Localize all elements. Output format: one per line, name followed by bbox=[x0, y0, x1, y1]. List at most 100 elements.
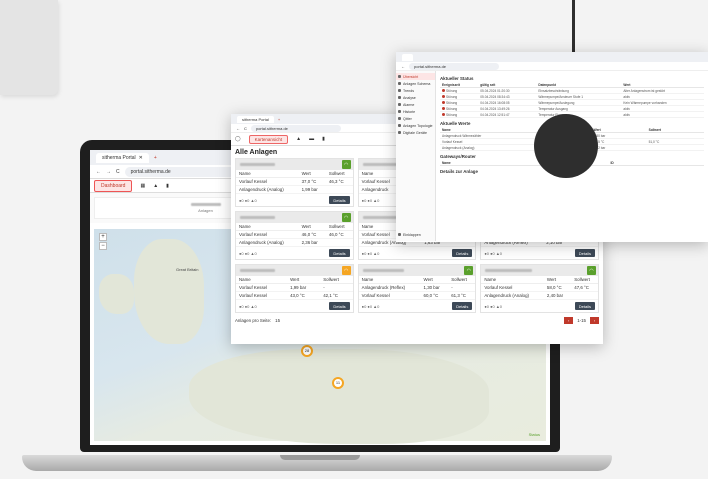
new-tab-icon[interactable]: + bbox=[154, 155, 157, 161]
cell-text: Kein Wärmepumpe vorhanden bbox=[623, 100, 667, 105]
details-button[interactable]: Details bbox=[329, 249, 350, 257]
map-cluster[interactable]: 11 bbox=[332, 377, 344, 389]
sidebar-item[interactable]: Anlagen Schema bbox=[396, 80, 435, 87]
table-cell: 61,3 °C bbox=[448, 291, 476, 300]
details-button[interactable]: Details bbox=[574, 249, 595, 257]
reload-icon[interactable]: C bbox=[244, 126, 247, 131]
back-icon[interactable]: ← bbox=[96, 169, 101, 175]
sidebar-icon bbox=[398, 233, 401, 236]
cell-text: Störung bbox=[446, 106, 458, 111]
map-land-ireland bbox=[99, 274, 134, 314]
details-button[interactable]: Details bbox=[329, 196, 350, 204]
back-icon[interactable]: ← bbox=[401, 64, 405, 69]
column-header: Wert bbox=[287, 276, 321, 284]
cell-text: aktiv bbox=[623, 94, 630, 99]
zoom-out-button[interactable]: − bbox=[99, 242, 107, 250]
sidebar-item[interactable]: Alarme bbox=[396, 101, 435, 108]
bell-icon[interactable]: ▲ bbox=[153, 183, 158, 189]
table-cell: 46,0 °C bbox=[298, 230, 326, 239]
url-field[interactable]: portal.sitherma.de bbox=[409, 62, 499, 70]
zoom-in-button[interactable]: + bbox=[99, 233, 107, 241]
map-cluster[interactable]: 28 bbox=[301, 345, 313, 357]
cell-text: Temperatur Ausgang bbox=[538, 106, 568, 111]
url-field[interactable]: portal.sitherma.de bbox=[124, 166, 235, 177]
card-footer: ●0 ●0 ▲0 Details bbox=[359, 247, 476, 259]
sidebar-item-label: Qitter bbox=[403, 116, 412, 121]
close-icon[interactable]: ✕ bbox=[139, 155, 143, 161]
chart-icon[interactable]: ▮ bbox=[166, 183, 169, 189]
sidebar-item[interactable]: Digitale Geräte bbox=[396, 129, 435, 136]
alarm-dot-icon bbox=[442, 94, 445, 98]
address-bar: ← portal.sitherma.de bbox=[396, 62, 708, 71]
browser-tab[interactable] bbox=[402, 53, 414, 61]
table-row: Anlagendruck (Reflex) 1,30 bar - bbox=[358, 283, 476, 292]
alarm-dot-icon bbox=[442, 106, 445, 110]
column-header: Sollwert bbox=[320, 276, 353, 284]
sidebar: Übersicht Anlagen Schema Trends Analyse Alar… bbox=[396, 71, 436, 241]
sidebar-icon bbox=[398, 75, 401, 78]
folder-icon[interactable]: ▬ bbox=[309, 136, 314, 142]
column-header: Wert bbox=[543, 276, 572, 284]
sidebar-item[interactable]: Analyse bbox=[396, 94, 435, 101]
anlage-card: ◠ Name Wert Sollwert Vorlauf Kessel 37,0 °C 46… bbox=[235, 158, 354, 207]
table-cell: 46,0 °C bbox=[325, 230, 353, 239]
details-button[interactable]: Details bbox=[329, 302, 350, 310]
sidebar-item-label: Anlagen Topologie bbox=[403, 123, 433, 128]
details-button[interactable]: Details bbox=[452, 302, 473, 310]
cell-text: 05.04.2024 01:20:30 bbox=[480, 88, 510, 93]
sidebar-item[interactable]: Trends bbox=[396, 87, 435, 94]
url-field[interactable]: portal.sitherma.de bbox=[250, 124, 341, 132]
sidebar-item-label: Alarme bbox=[403, 102, 415, 107]
table-cell: 43,0 °C bbox=[287, 291, 321, 300]
kpi-label: Anlagen bbox=[198, 208, 213, 213]
grid-icon[interactable]: ▦ bbox=[140, 183, 145, 189]
table-cell: 46,3 °C bbox=[325, 177, 353, 186]
sidebar-item[interactable]: Einklappen bbox=[396, 231, 435, 238]
table-cell bbox=[325, 185, 353, 194]
table-row: Vorlauf Kessel 58,0 °C 47,6 °C bbox=[481, 283, 598, 292]
column-header: Name bbox=[236, 276, 288, 284]
sidebar-icon bbox=[398, 103, 401, 106]
cell-text: Störung bbox=[446, 88, 458, 93]
next-page-button[interactable]: › bbox=[590, 317, 599, 324]
cell-text: 04.04.2024 12:51:47 bbox=[480, 112, 510, 117]
details-button[interactable]: Details bbox=[574, 302, 595, 310]
bell-icon[interactable]: ▲ bbox=[296, 136, 301, 142]
sidebar-item[interactable]: Anlagen Topologie bbox=[396, 122, 435, 129]
new-tab-icon[interactable]: + bbox=[278, 117, 280, 122]
details-button[interactable]: Details bbox=[452, 249, 473, 257]
sidebar-item[interactable]: Qitter bbox=[396, 115, 435, 122]
tab-title[interactable]: sitherma Portal bbox=[237, 115, 274, 123]
wifi-status-icon: ◠ bbox=[341, 266, 351, 275]
table-row: Vorlauf Kessel 37,0 °C 46,3 °C bbox=[236, 177, 353, 186]
column-header: Sollwert bbox=[325, 223, 353, 231]
chart-icon[interactable]: ▮ bbox=[322, 136, 325, 142]
table-cell: 1,30 bar bbox=[420, 283, 449, 292]
column-header: Wert bbox=[420, 276, 449, 284]
column-header: Sollwert bbox=[448, 276, 476, 284]
sidebar-item[interactable]: Übersicht bbox=[396, 73, 435, 80]
nav-kartenansicht[interactable]: Kartenansicht bbox=[248, 134, 289, 144]
sidebar-item[interactable]: Historie bbox=[396, 108, 435, 115]
nav-dashboard[interactable]: Dashboard bbox=[94, 179, 133, 192]
per-page-select[interactable]: 15 bbox=[275, 318, 280, 323]
cell-text: Störung bbox=[446, 94, 458, 99]
table-cell: aktiv bbox=[621, 111, 704, 118]
sidebar-icon bbox=[398, 82, 401, 85]
laptop-notch bbox=[280, 455, 360, 460]
sidebar-icon bbox=[398, 96, 401, 99]
card-table-header: NameWertSollwert bbox=[236, 276, 353, 284]
reload-icon[interactable]: C bbox=[116, 169, 120, 175]
card-table: Name Wert Sollwert Vorlauf Kessel 1,99 bar - V… bbox=[236, 276, 353, 300]
sidebar-icon bbox=[398, 117, 401, 120]
wifi-status-icon: ◠ bbox=[586, 266, 596, 275]
forward-icon[interactable]: → bbox=[106, 169, 111, 175]
page-info: 1-15 bbox=[577, 318, 586, 323]
browser-tab[interactable]: sitherma Portal ✕ bbox=[96, 152, 149, 163]
table-cell: Vorlauf Kessel bbox=[236, 177, 299, 186]
map-label-gb: Great Britain bbox=[176, 267, 199, 272]
back-icon[interactable]: ← bbox=[236, 126, 240, 131]
table-row: Anlagendruck (Analog) 1,99 bar bbox=[236, 185, 353, 194]
prev-page-button[interactable]: ‹ bbox=[564, 317, 574, 324]
table-cell: - bbox=[320, 283, 353, 292]
